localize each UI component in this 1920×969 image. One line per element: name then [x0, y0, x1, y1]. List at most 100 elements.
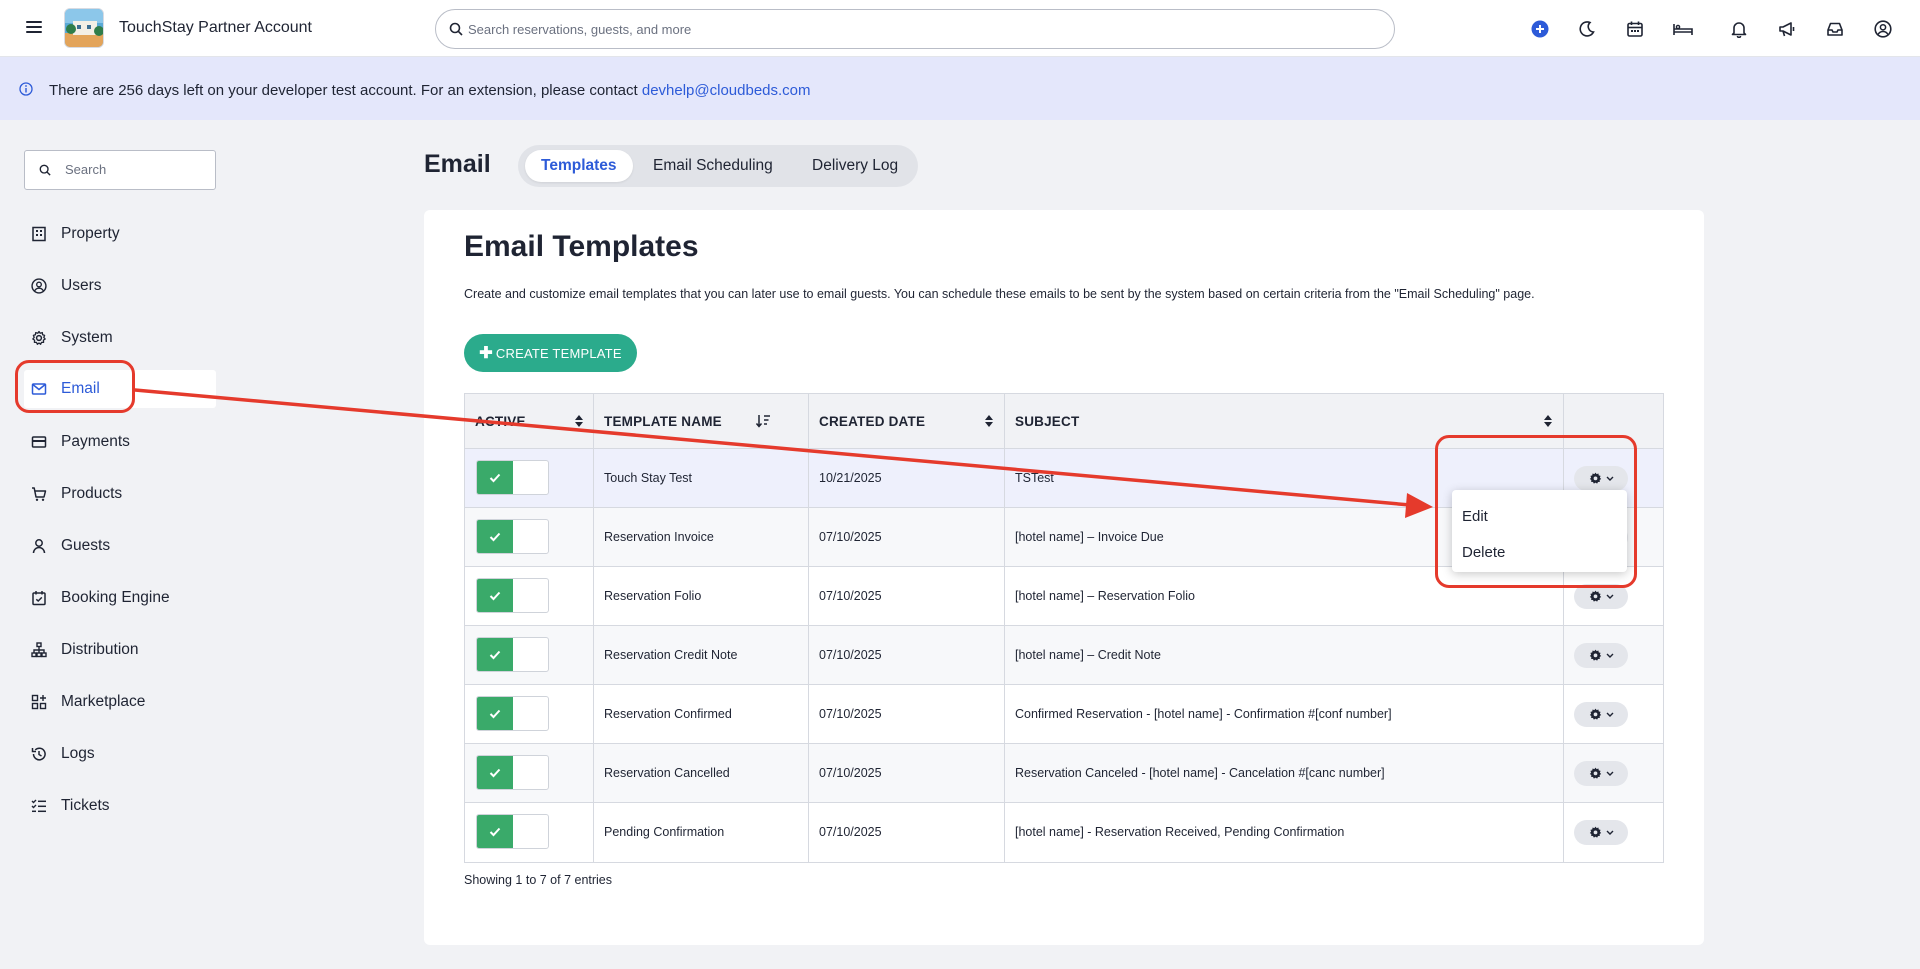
sort-descending-icon — [756, 415, 770, 428]
chevron-down-icon — [1606, 830, 1613, 835]
column-header-created-date[interactable]: CREATED DATE — [819, 394, 1003, 449]
table-entries-info: Showing 1 to 7 of 7 entries — [464, 873, 613, 887]
sidebar-item-label: Payments — [61, 433, 130, 450]
row-actions-button[interactable] — [1574, 643, 1628, 668]
annotation-highlight-menu — [1435, 435, 1637, 588]
row-actions-button[interactable] — [1574, 702, 1628, 727]
template-name: Touch Stay Test — [604, 471, 693, 485]
sidebar-item-tickets[interactable]: Tickets — [24, 787, 216, 825]
active-toggle[interactable] — [476, 637, 549, 672]
column-header-template-name[interactable]: TEMPLATE NAME — [604, 394, 780, 449]
create-template-button[interactable]: ✚ CREATE TEMPLATE — [464, 334, 637, 372]
active-toggle[interactable] — [476, 460, 549, 495]
active-toggle[interactable] — [476, 578, 549, 613]
chevron-down-icon — [1606, 653, 1613, 658]
app-logo[interactable] — [64, 8, 104, 48]
subject: [hotel name] – Reservation Folio — [1015, 589, 1195, 603]
sort-icon — [575, 415, 583, 427]
plus-circle-icon[interactable] — [1528, 17, 1552, 41]
gear-icon — [1589, 590, 1601, 602]
sidebar-item-distribution[interactable]: Distribution — [24, 631, 216, 669]
gear-icon — [30, 329, 48, 347]
table-row[interactable]: Reservation Cancelled 07/10/2025 Reserva… — [465, 744, 1663, 803]
gear-icon — [1589, 649, 1601, 661]
column-header-label: CREATED DATE — [819, 414, 926, 429]
user-circle-icon — [30, 277, 48, 295]
check-icon — [489, 650, 501, 659]
chevron-down-icon — [1606, 712, 1613, 717]
column-header-label: ACTIVE — [475, 414, 526, 429]
chevron-down-icon — [1606, 594, 1613, 599]
active-toggle[interactable] — [476, 755, 549, 790]
banner-text: There are 256 days left on your develope… — [49, 82, 811, 99]
checklist-icon — [30, 797, 48, 815]
template-name: Reservation Invoice — [604, 530, 714, 544]
person-icon — [30, 537, 48, 555]
support-email-link[interactable]: devhelp@cloudbeds.com — [642, 82, 811, 99]
sidebar-item-label: Property — [61, 225, 120, 242]
sidebar-item-logs[interactable]: Logs — [24, 735, 216, 773]
annotation-highlight-email — [15, 360, 135, 413]
search-icon — [449, 22, 463, 36]
sidebar-item-marketplace[interactable]: Marketplace — [24, 683, 216, 721]
sidebar-item-label: Users — [61, 277, 102, 294]
tab-templates[interactable]: Templates — [525, 150, 633, 182]
cart-icon — [30, 485, 48, 503]
global-search[interactable] — [435, 9, 1395, 49]
subject: Confirmed Reservation - [hotel name] - C… — [1015, 707, 1392, 721]
calendar-icon[interactable] — [1623, 17, 1647, 41]
gear-icon — [1589, 767, 1601, 779]
bell-icon[interactable] — [1727, 17, 1751, 41]
sidebar-item-label: System — [61, 329, 113, 346]
tab-delivery-log[interactable]: Delivery Log — [796, 150, 914, 182]
history-icon — [30, 745, 48, 763]
page-tabs: Templates Email Scheduling Delivery Log — [518, 145, 918, 187]
user-circle-icon[interactable] — [1871, 17, 1895, 41]
sidebar-item-payments[interactable]: Payments — [24, 423, 216, 461]
created-date: 07/10/2025 — [819, 648, 882, 662]
check-icon — [489, 709, 501, 718]
global-search-input[interactable] — [468, 19, 1368, 39]
table-row[interactable]: Pending Confirmation 07/10/2025 [hotel n… — [465, 803, 1663, 862]
active-toggle[interactable] — [476, 519, 549, 554]
hamburger-menu-icon[interactable] — [26, 18, 46, 38]
check-icon — [489, 532, 501, 541]
template-name: Reservation Cancelled — [604, 766, 730, 780]
sidebar-item-booking-engine[interactable]: Booking Engine — [24, 579, 216, 617]
active-toggle[interactable] — [476, 696, 549, 731]
created-date: 07/10/2025 — [819, 766, 882, 780]
moon-icon[interactable] — [1575, 17, 1599, 41]
sidebar-item-label: Logs — [61, 745, 95, 762]
table-row[interactable]: Reservation Credit Note 07/10/2025 [hote… — [465, 626, 1663, 685]
sidebar-item-label: Products — [61, 485, 123, 502]
page-title: Email — [424, 150, 491, 178]
template-name: Reservation Folio — [604, 589, 702, 603]
sort-icon — [985, 415, 993, 427]
active-toggle[interactable] — [476, 814, 549, 849]
row-actions-button[interactable] — [1574, 820, 1628, 845]
sidebar-item-property[interactable]: Property — [24, 215, 216, 253]
subject: Reservation Canceled - [hotel name] - Ca… — [1015, 766, 1385, 780]
row-actions-button[interactable] — [1574, 761, 1628, 786]
sidebar-item-system[interactable]: System — [24, 319, 216, 357]
sidebar-item-guests[interactable]: Guests — [24, 527, 216, 565]
trial-banner: There are 256 days left on your develope… — [0, 57, 1920, 120]
card-description: Create and customize email templates tha… — [464, 287, 1535, 301]
bed-icon[interactable] — [1671, 17, 1695, 41]
column-header-active[interactable]: ACTIVE — [475, 394, 593, 449]
sidebar-item-users[interactable]: Users — [24, 267, 216, 305]
created-date: 07/10/2025 — [819, 589, 882, 603]
sidebar-item-products[interactable]: Products — [24, 475, 216, 513]
subject: TSTest — [1015, 471, 1054, 485]
inbox-icon[interactable] — [1823, 17, 1847, 41]
sidebar-search[interactable] — [24, 150, 216, 190]
sidebar-search-input[interactable] — [65, 162, 205, 177]
banner-message: There are 256 days left on your develope… — [49, 82, 642, 99]
megaphone-icon[interactable] — [1775, 17, 1799, 41]
column-header-label: TEMPLATE NAME — [604, 414, 722, 429]
sidebar-item-label: Booking Engine — [61, 589, 170, 606]
tab-email-scheduling[interactable]: Email Scheduling — [637, 150, 789, 182]
sidebar-item-label: Guests — [61, 537, 111, 554]
check-icon — [489, 827, 501, 836]
table-row[interactable]: Reservation Confirmed 07/10/2025 Confirm… — [465, 685, 1663, 744]
